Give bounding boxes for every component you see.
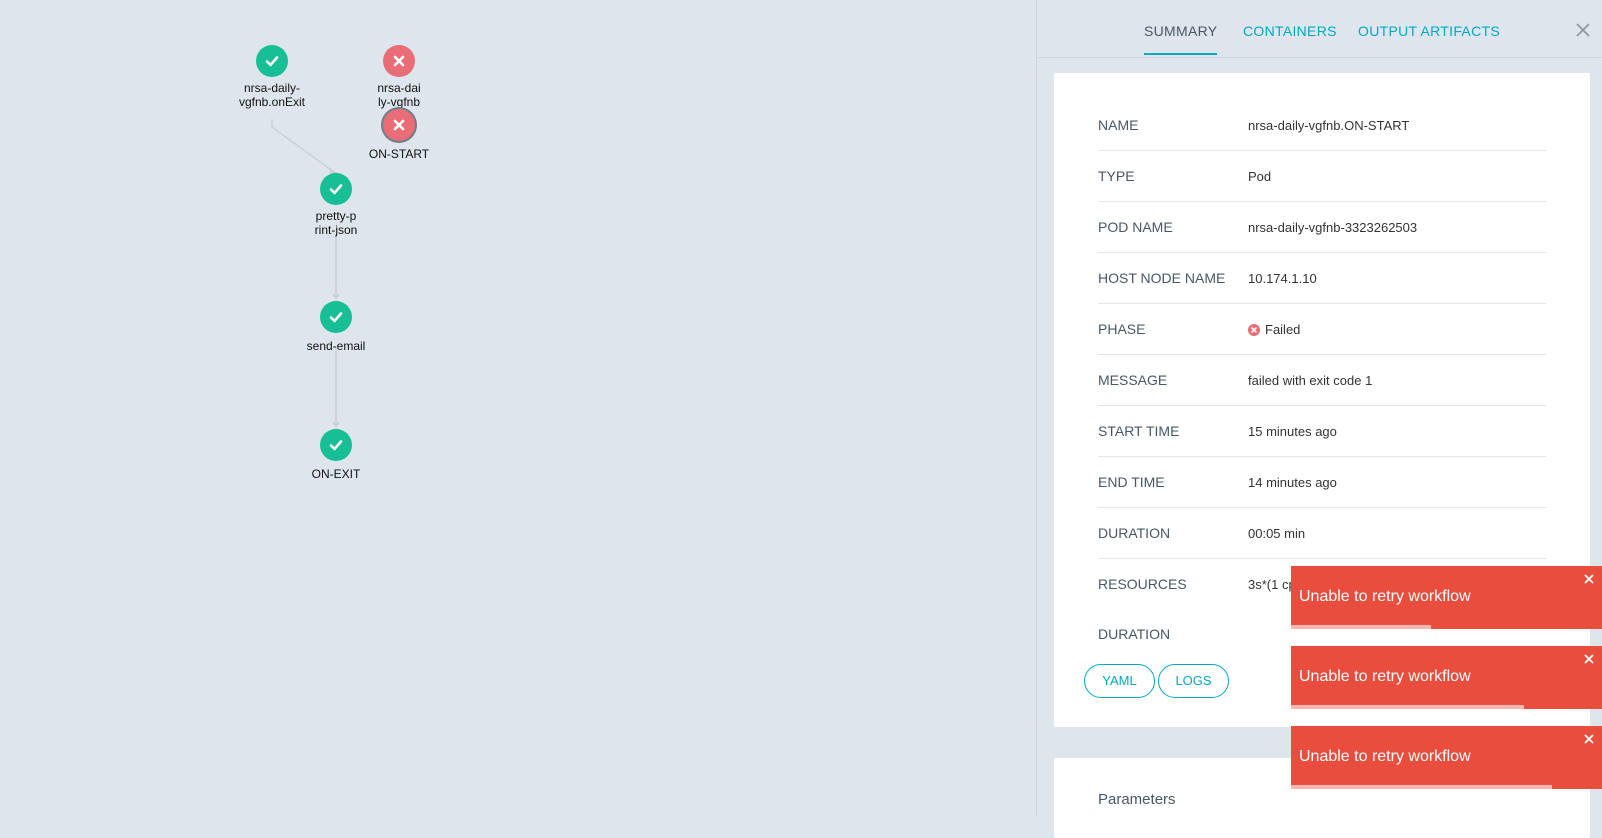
row-value: nrsa-daily-vgfnb-3323262503 <box>1248 220 1418 235</box>
row-value: 10.174.1.10 <box>1248 271 1317 286</box>
toast-progress-bar <box>1291 785 1553 789</box>
summary-row-host-node-name: HOST NODE NAME 10.174.1.10 <box>1098 253 1546 304</box>
summary-row-end-time: END TIME 14 minutes ago <box>1098 457 1546 508</box>
yaml-button[interactable]: YAML <box>1084 664 1155 698</box>
row-key: DURATION <box>1098 626 1171 642</box>
graph-node-onexit-handler[interactable]: nrsa-daily- vgfnb.onExit <box>212 45 332 109</box>
node-label: nrsa-daily- vgfnb.onExit <box>238 81 306 109</box>
row-value: 15 minutes ago <box>1248 424 1337 439</box>
tab-summary[interactable]: SUMMARY <box>1144 23 1218 55</box>
success-check-icon <box>320 429 352 461</box>
row-key: NAME <box>1098 117 1139 133</box>
graph-node-on-start[interactable]: ON-START <box>339 109 459 161</box>
node-label: nrsa-dai ly-vgfnb <box>377 81 421 109</box>
row-key: PHASE <box>1098 321 1146 337</box>
graph-node-workflow-root[interactable]: nrsa-dai ly-vgfnb <box>339 45 459 109</box>
row-key: POD NAME <box>1098 219 1173 235</box>
summary-row-message: MESSAGE failed with exit code 1 <box>1098 355 1546 406</box>
edge-onexit-to-pretty-print <box>271 119 335 173</box>
graph-node-pretty-print-json[interactable]: pretty-p rint-json <box>276 173 396 237</box>
row-key: MESSAGE <box>1098 372 1168 388</box>
summary-row-type: TYPE Pod <box>1098 151 1546 202</box>
success-check-icon <box>256 45 288 77</box>
failed-x-icon <box>383 45 415 77</box>
workflow-graph[interactable]: nrsa-daily- vgfnb.onExit nrsa-dai ly-vgf… <box>0 0 1036 816</box>
graph-node-on-exit[interactable]: ON-EXIT <box>276 429 396 481</box>
toast-progress-bar <box>1291 625 1431 629</box>
failed-status-icon <box>1248 324 1260 336</box>
row-value: Failed <box>1248 304 1300 355</box>
success-check-icon <box>320 301 352 333</box>
failed-x-icon <box>383 109 415 141</box>
toast-message: Unable to retry workflow <box>1299 748 1471 765</box>
edge-arrow-icon <box>332 294 340 300</box>
error-toast[interactable]: Unable to retry workflow <box>1291 726 1602 789</box>
row-value: failed with exit code 1 <box>1248 373 1373 388</box>
parameters-title: Parameters <box>1098 791 1176 808</box>
row-value: 00:05 min <box>1248 526 1306 541</box>
summary-row-pod-name: POD NAME nrsa-daily-vgfnb-3323262503 <box>1098 202 1546 253</box>
error-toast[interactable]: Unable to retry workflow <box>1291 646 1602 709</box>
details-tabs: SUMMARY CONTAINERS OUTPUT ARTIFACTS <box>1037 0 1602 58</box>
row-key: RESOURCES <box>1098 576 1187 592</box>
toast-close-icon[interactable] <box>1582 732 1596 746</box>
tab-containers[interactable]: CONTAINERS <box>1243 23 1337 53</box>
error-toast[interactable]: Unable to retry workflow <box>1291 566 1602 629</box>
tab-output-artifacts[interactable]: OUTPUT ARTIFACTS <box>1358 23 1500 53</box>
graph-edges <box>271 119 340 428</box>
edge-arrow-icon <box>332 422 340 428</box>
toast-message: Unable to retry workflow <box>1299 668 1471 685</box>
summary-row-phase: PHASE Failed <box>1098 304 1546 355</box>
row-key: DURATION <box>1098 525 1171 541</box>
summary-row-name: NAME nrsa-daily-vgfnb.ON-START <box>1098 100 1546 151</box>
row-value: 3s*(1 cp <box>1248 577 1296 592</box>
node-label: ON-START <box>368 147 430 161</box>
summary-row-duration: DURATION 00:05 min <box>1098 508 1546 559</box>
node-label: ON-EXIT <box>311 467 361 481</box>
row-key: HOST NODE NAME <box>1098 270 1226 286</box>
toast-message: Unable to retry workflow <box>1299 588 1471 605</box>
row-key: TYPE <box>1098 168 1135 184</box>
row-value: Pod <box>1248 169 1272 184</box>
node-label: pretty-p rint-json <box>314 209 358 237</box>
summary-row-start-time: START TIME 15 minutes ago <box>1098 406 1546 457</box>
toast-progress-bar <box>1291 705 1525 709</box>
graph-node-send-email[interactable]: send-email <box>276 301 396 353</box>
node-label: send-email <box>306 339 366 353</box>
close-panel-icon[interactable] <box>1573 20 1593 40</box>
toast-close-icon[interactable] <box>1582 572 1596 586</box>
row-key: END TIME <box>1098 474 1165 490</box>
logs-button[interactable]: LOGS <box>1158 664 1229 698</box>
row-value: 14 minutes ago <box>1248 475 1337 490</box>
row-value: nrsa-daily-vgfnb.ON-START <box>1248 118 1410 133</box>
success-check-icon <box>320 173 352 205</box>
phase-value: Failed <box>1265 322 1301 337</box>
row-key: START TIME <box>1098 423 1180 439</box>
toast-close-icon[interactable] <box>1582 652 1596 666</box>
